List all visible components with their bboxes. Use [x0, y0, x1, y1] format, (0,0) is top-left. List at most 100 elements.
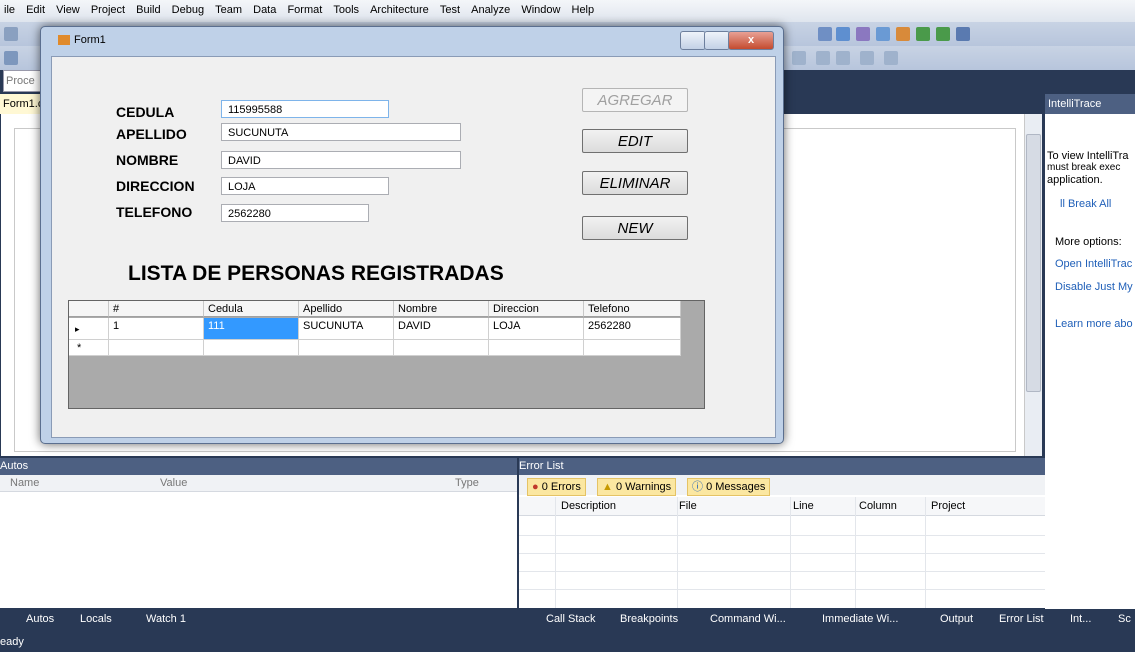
menu-build[interactable]: Build [132, 0, 164, 16]
grid-new-row-cell[interactable] [394, 340, 489, 356]
intellitrace-text-line1: To view IntelliTra [1047, 150, 1129, 162]
menu-tools[interactable]: Tools [329, 0, 363, 16]
col-column[interactable]: Column [859, 500, 897, 512]
maximize-button[interactable] [704, 31, 730, 50]
grid-header-apellido[interactable]: Apellido [299, 301, 394, 317]
tab-watch[interactable]: Watch 1 [146, 613, 186, 625]
menu-team[interactable]: Team [211, 0, 246, 16]
col-project[interactable]: Project [931, 500, 965, 512]
col-description[interactable]: Description [561, 500, 616, 512]
new-project-icon[interactable] [4, 27, 18, 41]
extension-icon[interactable] [936, 27, 950, 41]
grid-new-row-cell[interactable] [489, 340, 584, 356]
eliminar-button[interactable]: ELIMINAR [582, 171, 688, 195]
menu-data[interactable]: Data [249, 0, 280, 16]
grid-cell-apellido[interactable]: SUCUNUTA [299, 318, 394, 340]
tab-call-stack[interactable]: Call Stack [546, 613, 596, 625]
grid-row-header[interactable]: ▸ [69, 318, 109, 340]
menu-analyze[interactable]: Analyze [467, 0, 514, 16]
tab-command-window[interactable]: Command Wi... [710, 613, 786, 625]
window-icon[interactable] [956, 27, 970, 41]
grid-new-row-cell[interactable] [109, 340, 204, 356]
grid-header-nombre[interactable]: Nombre [394, 301, 489, 317]
cedula-field[interactable]: 115995588 [221, 100, 389, 118]
minimize-button[interactable] [680, 31, 706, 50]
autos-col-type[interactable]: Type [455, 477, 479, 489]
grid-new-row-cell[interactable] [204, 340, 299, 356]
grid-new-row-header[interactable]: * [69, 340, 109, 356]
grid-cell-num[interactable]: 1 [109, 318, 204, 340]
disable-just-my-code-link[interactable]: Disable Just My [1055, 281, 1133, 293]
align-icon[interactable] [792, 51, 806, 65]
tab-error-list[interactable]: Error List [999, 613, 1044, 625]
error-list-column-header: Description File Line Column Project [519, 497, 1045, 516]
open-intellitrace-link[interactable]: Open IntelliTrac [1055, 258, 1132, 270]
col-line[interactable]: Line [793, 500, 814, 512]
start-page-icon[interactable] [916, 27, 930, 41]
pause-icon: ll [1060, 198, 1068, 210]
tab-immediate-window[interactable]: Immediate Wi... [822, 613, 898, 625]
autos-col-value[interactable]: Value [160, 477, 187, 489]
solution-explorer-icon[interactable] [836, 27, 850, 41]
grid-cell-nombre[interactable]: DAVID [394, 318, 489, 340]
menu-test[interactable]: Test [436, 0, 464, 16]
grid-cell-cedula[interactable]: 111 [204, 318, 299, 340]
agregar-button[interactable]: AGREGAR [582, 88, 688, 112]
apellido-field[interactable]: SUCUNUTA [221, 123, 461, 141]
menu-project[interactable]: Project [87, 0, 129, 16]
error-row-line [519, 589, 1045, 590]
direccion-field[interactable]: LOJA [221, 177, 389, 195]
menu-help[interactable]: Help [568, 0, 599, 16]
list-title: LISTA DE PERSONAS REGISTRADAS [128, 262, 504, 285]
nombre-field[interactable]: DAVID [221, 151, 461, 169]
messages-count: 0 Messages [706, 481, 766, 493]
tab-output[interactable]: Output [940, 613, 973, 625]
errors-filter-button[interactable]: ● 0 Errors [527, 478, 586, 496]
tab-autos[interactable]: Autos [26, 613, 54, 625]
menu-view[interactable]: View [52, 0, 84, 16]
play-icon[interactable] [4, 51, 18, 65]
grid-cell-direccion[interactable]: LOJA [489, 318, 584, 340]
autos-col-name[interactable]: Name [10, 477, 39, 489]
break-all-link[interactable]: ll Break All [1060, 198, 1111, 210]
tab-order-icon[interactable] [860, 51, 874, 65]
learn-more-link[interactable]: Learn more abo [1055, 318, 1133, 330]
warnings-filter-button[interactable]: ▲ 0 Warnings [597, 478, 677, 496]
grid-header-direccion[interactable]: Direccion [489, 301, 584, 317]
error-col-line [555, 497, 556, 608]
telefono-field[interactable]: 2562280 [221, 204, 369, 222]
send-back-icon[interactable] [836, 51, 850, 65]
tab-breakpoints[interactable]: Breakpoints [620, 613, 678, 625]
object-browser-icon[interactable] [876, 27, 890, 41]
editor-scroll-thumb[interactable] [1026, 134, 1041, 392]
close-button[interactable]: x [728, 31, 774, 50]
grid-new-row-cell[interactable] [584, 340, 681, 356]
warning-icon: ▲ [602, 481, 616, 493]
menu-format[interactable]: Format [283, 0, 326, 16]
direccion-label: DIRECCION [116, 178, 195, 194]
col-file[interactable]: File [679, 500, 697, 512]
grid-new-row-cell[interactable] [299, 340, 394, 356]
properties-icon[interactable] [856, 27, 870, 41]
bring-front-icon[interactable] [816, 51, 830, 65]
format-icon[interactable] [884, 51, 898, 65]
messages-filter-button[interactable]: ⓘ 0 Messages [687, 478, 771, 496]
menu-file[interactable]: ile [0, 0, 19, 16]
tab-locals[interactable]: Locals [80, 613, 112, 625]
form-app-icon [58, 35, 70, 46]
grid-header-telefono[interactable]: Telefono [584, 301, 681, 317]
menu-window[interactable]: Window [517, 0, 564, 16]
tab-sc[interactable]: Sc [1118, 613, 1131, 625]
new-button[interactable]: NEW [582, 216, 688, 240]
menu-debug[interactable]: Debug [168, 0, 208, 16]
break-all-label: Break All [1067, 198, 1112, 210]
menu-architecture[interactable]: Architecture [366, 0, 433, 16]
tab-intellitrace[interactable]: Int... [1070, 613, 1091, 625]
edit-button[interactable]: EDIT [582, 129, 688, 153]
grid-cell-telefono[interactable]: 2562280 [584, 318, 681, 340]
grid-header-num[interactable]: # [109, 301, 204, 317]
grid-header-cedula[interactable]: Cedula [204, 301, 299, 317]
toolbox-icon[interactable] [896, 27, 910, 41]
search-dropdown-icon[interactable] [818, 27, 832, 41]
menu-edit[interactable]: Edit [22, 0, 49, 16]
